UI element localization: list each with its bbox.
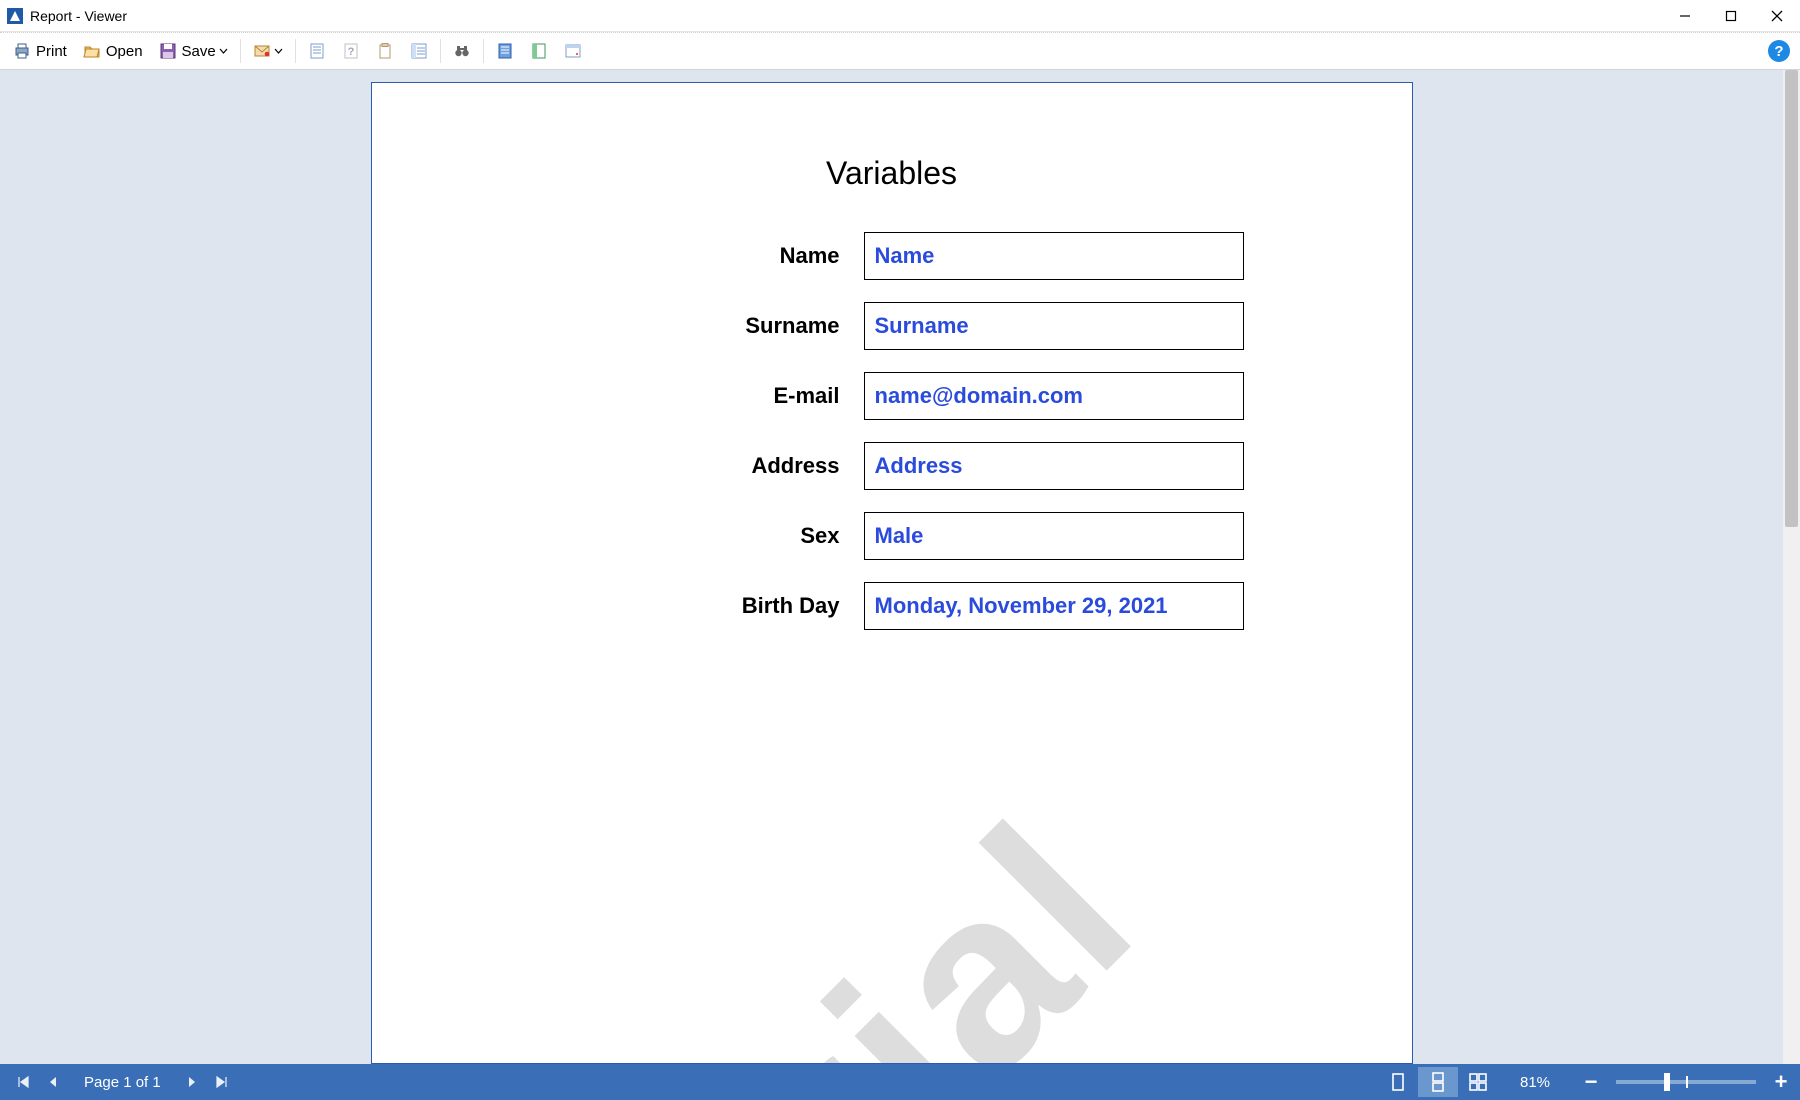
view-mode-continuous[interactable] xyxy=(1418,1067,1458,1097)
zoom-out-button[interactable]: − xyxy=(1580,1071,1602,1093)
field-label: Surname xyxy=(540,313,840,339)
window-title: Report - Viewer xyxy=(30,8,127,24)
zoom-slider-handle[interactable] xyxy=(1664,1073,1670,1091)
toolbar-separator xyxy=(440,39,441,63)
bookmarks-button[interactable] xyxy=(301,38,333,64)
zoom-in-button[interactable]: + xyxy=(1770,1071,1792,1093)
report-viewport: Trial Variables Name Name Surname Surname E-… xyxy=(0,70,1800,1064)
app-icon xyxy=(6,7,24,25)
last-page-button[interactable] xyxy=(207,1067,237,1097)
view-mode-group xyxy=(1378,1067,1498,1097)
field-label: Name xyxy=(540,243,840,269)
zoom-label: 81% xyxy=(1520,1074,1566,1091)
help-icon: ? xyxy=(1774,43,1783,60)
close-button[interactable] xyxy=(1754,0,1800,31)
field-label: Address xyxy=(540,453,840,479)
print-label: Print xyxy=(36,43,67,60)
watermark-text: Trial xyxy=(594,766,1189,1064)
field-value: Name xyxy=(864,232,1244,280)
save-icon xyxy=(159,42,177,60)
field-value: Surname xyxy=(864,302,1244,350)
print-icon xyxy=(13,42,31,60)
view-mode-single[interactable] xyxy=(1378,1067,1418,1097)
chevron-down-icon xyxy=(219,47,228,56)
find-button[interactable] xyxy=(446,38,478,64)
field-value: Male xyxy=(864,512,1244,560)
zoom-slider[interactable] xyxy=(1616,1080,1756,1084)
page-indicator: Page 1 of 1 xyxy=(68,1074,177,1091)
editor-button[interactable] xyxy=(489,38,521,64)
zoom-slider-midpoint xyxy=(1686,1076,1688,1088)
help-button[interactable]: ? xyxy=(1768,40,1790,62)
open-button[interactable]: Open xyxy=(76,38,150,64)
thumbnails-icon xyxy=(410,42,428,60)
page-green-icon xyxy=(530,42,548,60)
first-page-button[interactable] xyxy=(8,1067,38,1097)
view-mode-multiple[interactable] xyxy=(1458,1067,1498,1097)
field-label: E-mail xyxy=(540,383,840,409)
binoculars-icon xyxy=(453,42,471,60)
toolbar-separator xyxy=(240,39,241,63)
zoom-controls: 81% − + xyxy=(1520,1071,1792,1093)
maximize-button[interactable] xyxy=(1708,0,1754,31)
chevron-down-icon xyxy=(274,47,283,56)
field-value: name@domain.com xyxy=(864,372,1244,420)
status-bar: Page 1 of 1 81% − xyxy=(0,1064,1800,1100)
bookmarks-icon xyxy=(308,42,326,60)
envelope-icon xyxy=(253,42,271,60)
scrollbar-thumb[interactable] xyxy=(1785,70,1798,527)
parameters-button[interactable]: ? xyxy=(335,38,367,64)
open-icon xyxy=(83,42,101,60)
thumbnails-button[interactable] xyxy=(403,38,435,64)
window-controls xyxy=(1662,0,1800,31)
report-page: Trial Variables Name Name Surname Surname E-… xyxy=(371,82,1413,1064)
vertical-scrollbar[interactable] xyxy=(1783,70,1800,1064)
save-button[interactable]: Save xyxy=(152,38,235,64)
toolbar-separator xyxy=(483,39,484,63)
report-form: Name Name Surname Surname E-mail name@domain.… xyxy=(372,232,1412,630)
open-label: Open xyxy=(106,43,143,60)
field-value: Monday, November 29, 2021 xyxy=(864,582,1244,630)
page-area[interactable]: Trial Variables Name Name Surname Surname E-… xyxy=(0,70,1783,1064)
parameters-icon: ? xyxy=(342,42,360,60)
fullscreen-icon xyxy=(564,42,582,60)
field-value: Address xyxy=(864,442,1244,490)
minimize-button[interactable] xyxy=(1662,0,1708,31)
page-blue-icon xyxy=(496,42,514,60)
print-button[interactable]: Print xyxy=(6,38,74,64)
report-title: Variables xyxy=(372,83,1412,232)
next-page-button[interactable] xyxy=(177,1067,207,1097)
clipboard-icon xyxy=(376,42,394,60)
fullscreen-button[interactable] xyxy=(557,38,589,64)
signature-button[interactable] xyxy=(523,38,555,64)
send-email-button[interactable] xyxy=(246,38,290,64)
prev-page-button[interactable] xyxy=(38,1067,68,1097)
save-label: Save xyxy=(182,43,216,60)
field-label: Sex xyxy=(540,523,840,549)
resources-button[interactable] xyxy=(369,38,401,64)
svg-text:?: ? xyxy=(347,46,354,58)
toolbar: Print Open Save xyxy=(0,32,1800,70)
title-bar: Report - Viewer xyxy=(0,0,1800,32)
toolbar-separator xyxy=(295,39,296,63)
field-label: Birth Day xyxy=(540,593,840,619)
